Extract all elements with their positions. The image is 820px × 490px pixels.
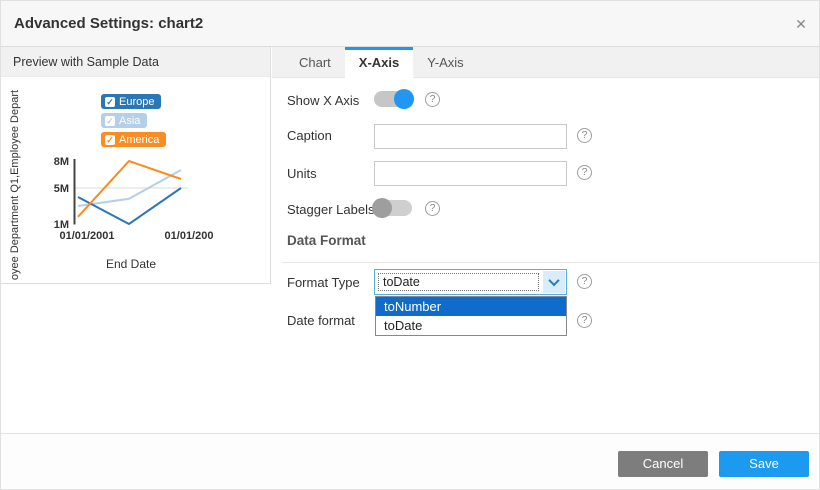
dropdown-option-tonumber[interactable]: toNumber xyxy=(376,297,566,316)
dialog-title: Advanced Settings: chart2 xyxy=(14,1,203,47)
stagger-labels-toggle[interactable] xyxy=(374,200,412,216)
tab-y-axis[interactable]: Y-Axis xyxy=(413,47,477,77)
dropdown-option-todate[interactable]: toDate xyxy=(376,316,566,335)
cancel-button[interactable]: Cancel xyxy=(618,451,708,477)
chevron-down-icon xyxy=(548,275,559,286)
preview-header: Preview with Sample Data xyxy=(1,47,270,77)
checkbox-icon[interactable]: ✓ xyxy=(105,116,115,126)
chart-legend: ✓ Europe ✓ Asia ✓ America xyxy=(101,94,166,147)
help-icon[interactable]: ? xyxy=(425,92,440,107)
date-format-label: Date format xyxy=(287,313,355,328)
caption-input[interactable] xyxy=(374,124,567,149)
show-x-axis-toggle[interactable] xyxy=(374,91,412,107)
checkbox-icon[interactable]: ✓ xyxy=(105,135,115,145)
legend-label: America xyxy=(119,134,159,146)
legend-label: Europe xyxy=(119,96,154,108)
tab-x-axis[interactable]: X-Axis xyxy=(345,47,413,78)
format-type-label: Format Type xyxy=(287,275,360,290)
dialog-titlebar: Advanced Settings: chart2 ✕ xyxy=(1,1,820,47)
units-input[interactable] xyxy=(374,161,567,186)
show-x-axis-label: Show X Axis xyxy=(287,93,359,108)
legend-item-america[interactable]: ✓ America xyxy=(101,132,166,147)
save-button[interactable]: Save xyxy=(719,451,809,477)
tab-chart[interactable]: Chart xyxy=(285,47,345,77)
stagger-labels-label: Stagger Labels xyxy=(287,202,374,217)
data-format-heading: Data Format xyxy=(287,233,366,248)
help-icon[interactable]: ? xyxy=(577,165,592,180)
x-tick-label: 01/01/2001 xyxy=(59,230,114,242)
help-icon[interactable]: ? xyxy=(577,274,592,289)
x-axis-title: End Date xyxy=(106,257,156,271)
chart-preview: oyee Department Q1,Employee Depart ✓Euro… xyxy=(1,77,271,283)
format-type-dropdown-list: toNumbertoDate xyxy=(375,296,567,336)
x-tick-label: 01/01/200 xyxy=(165,230,214,242)
legend-item-asia[interactable]: ✓ Asia xyxy=(101,113,147,128)
toggle-knob xyxy=(394,89,414,109)
caption-label: Caption xyxy=(287,128,332,143)
checkbox-icon[interactable]: ✓ xyxy=(105,97,115,107)
close-icon[interactable]: ✕ xyxy=(791,14,811,34)
y-tick-label: 8M xyxy=(54,156,69,168)
legend-label: Asia xyxy=(119,115,140,127)
help-icon[interactable]: ? xyxy=(577,128,592,143)
section-divider xyxy=(282,262,820,263)
help-icon[interactable]: ? xyxy=(577,313,592,328)
format-type-select[interactable]: toDate xyxy=(374,269,567,295)
preview-panel: Preview with Sample Data oyee Department… xyxy=(1,47,271,284)
advanced-settings-dialog: Advanced Settings: chart2 ✕ Preview with… xyxy=(0,0,820,490)
toggle-knob xyxy=(372,198,392,218)
format-type-selected-value: toDate xyxy=(378,273,539,291)
help-icon[interactable]: ? xyxy=(425,201,440,216)
legend-item-europe[interactable]: ✓ Europe xyxy=(101,94,161,109)
units-label: Units xyxy=(287,166,317,181)
select-dropdown-button[interactable] xyxy=(543,271,565,293)
tab-bar: ChartX-AxisY-Axis xyxy=(272,47,820,78)
series-line-europe xyxy=(78,188,181,224)
y-tick-label: 5M xyxy=(54,183,69,195)
